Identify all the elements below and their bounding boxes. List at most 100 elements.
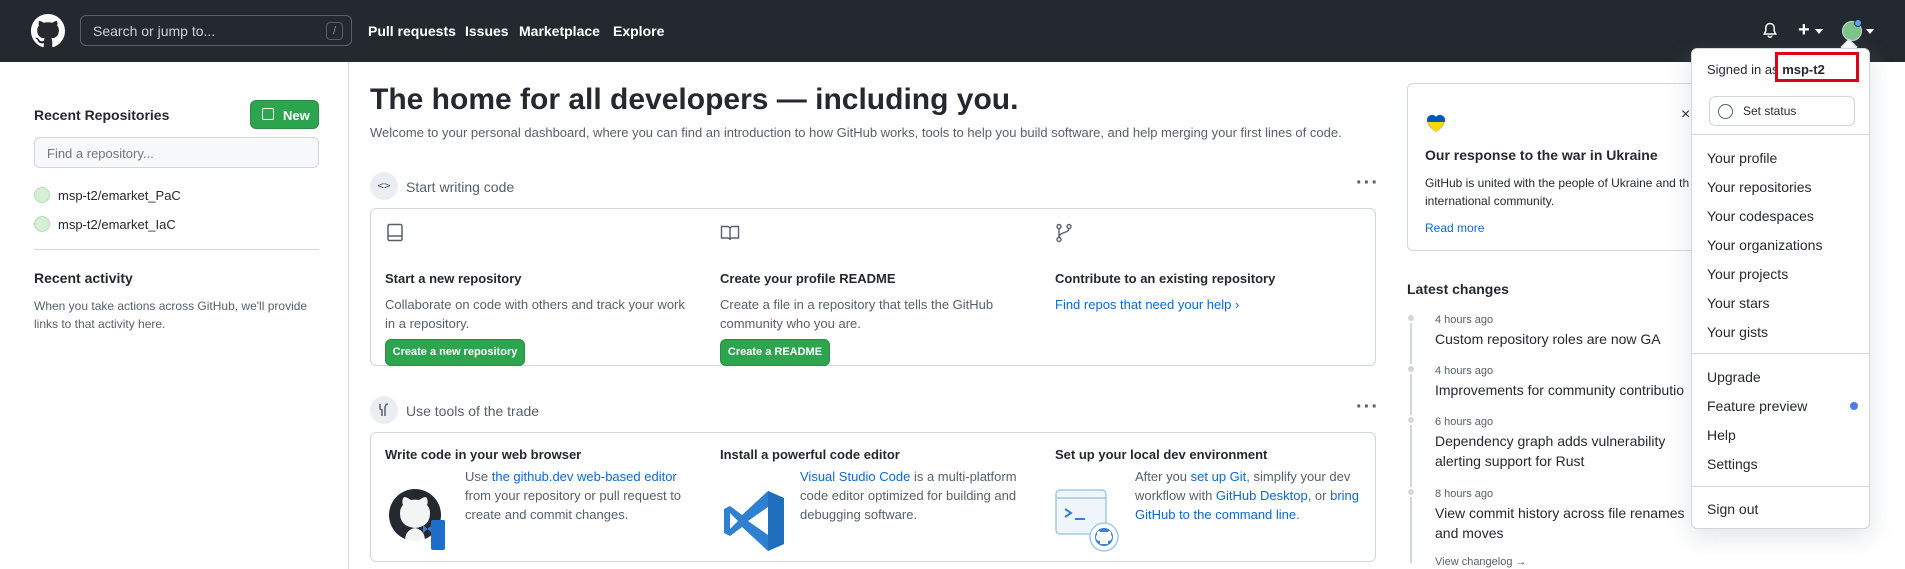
menu-your-repositories[interactable]: Your repositories bbox=[1707, 179, 1812, 195]
nav-pull-requests[interactable]: Pull requests bbox=[368, 23, 456, 39]
slash-shortcut-icon: / bbox=[326, 22, 343, 40]
use-tools-card: Write code in your web browser Use the g… bbox=[370, 432, 1376, 562]
github-desktop-link[interactable]: GitHub Desktop bbox=[1216, 488, 1308, 503]
column-description: After you set up Git, simplify your dev … bbox=[1135, 467, 1365, 524]
change-time: 4 hours ago bbox=[1435, 314, 1494, 326]
latest-changes-title: Latest changes bbox=[1407, 281, 1509, 297]
section-label-use-tools: Use tools of the trade bbox=[406, 403, 540, 419]
signed-in-prefix: Signed in as bbox=[1707, 62, 1779, 77]
menu-your-projects[interactable]: Your projects bbox=[1707, 266, 1788, 282]
view-changelog-link[interactable]: View changelog → bbox=[1435, 556, 1527, 568]
recent-repositories-title: Recent Repositories bbox=[34, 107, 170, 123]
tools-icon bbox=[370, 396, 398, 424]
menu-sign-out[interactable]: Sign out bbox=[1707, 501, 1758, 517]
divider bbox=[1692, 486, 1869, 487]
column-description: Create a file in a repository that tells… bbox=[720, 297, 994, 331]
nav-issues[interactable]: Issues bbox=[465, 23, 509, 39]
repo-name: msp-t2/emarket_IaC bbox=[58, 217, 176, 232]
chevron-right-icon: › bbox=[1234, 297, 1240, 312]
column-description: Visual Studio Code is a multi-platform c… bbox=[800, 467, 1025, 524]
page-subtitle: Welcome to your personal dashboard, wher… bbox=[370, 125, 1342, 140]
repo-avatar bbox=[34, 216, 50, 232]
visual-studio-code-link[interactable]: Visual Studio Code bbox=[800, 469, 910, 484]
create-new-repository-button[interactable]: Create a new repository bbox=[385, 339, 525, 366]
column-title: Contribute to an existing repository bbox=[1055, 271, 1276, 286]
repo-icon bbox=[387, 223, 403, 242]
repo-icon bbox=[262, 108, 274, 120]
change-link[interactable]: View commit history across file renames … bbox=[1435, 503, 1700, 543]
set-up-git-link[interactable]: set up Git bbox=[1191, 469, 1247, 484]
vscode-logo-icon bbox=[724, 491, 784, 551]
text-pre: After you bbox=[1135, 469, 1191, 484]
github-dev-link[interactable]: the github.dev web-based editor bbox=[492, 469, 677, 484]
bell-icon[interactable] bbox=[1762, 22, 1778, 39]
change-link[interactable]: Dependency graph adds vulnerability aler… bbox=[1435, 431, 1675, 471]
start-writing-code-card: Start a new repository Collaborate on co… bbox=[370, 208, 1376, 366]
create-readme-button[interactable]: Create a README bbox=[720, 339, 830, 366]
git-fork-icon bbox=[1056, 223, 1072, 243]
menu-your-stars[interactable]: Your stars bbox=[1707, 295, 1770, 311]
ukraine-title: Our response to the war in Ukraine bbox=[1425, 147, 1658, 163]
new-repo-column: Start a new repository Collaborate on co… bbox=[385, 223, 705, 366]
smiley-icon bbox=[1718, 104, 1733, 119]
new-button-label: New bbox=[283, 108, 310, 123]
search-input[interactable]: Search or jump to... / bbox=[80, 15, 352, 46]
menu-your-gists[interactable]: Your gists bbox=[1707, 324, 1768, 340]
kebab-menu-icon[interactable]: ··· bbox=[1356, 396, 1379, 419]
ukraine-heart-icon bbox=[1427, 115, 1445, 132]
read-more-link[interactable]: Read more bbox=[1425, 221, 1484, 235]
timeline-dot bbox=[1406, 487, 1416, 497]
change-link[interactable]: Custom repository roles are now GA bbox=[1435, 329, 1705, 349]
create-new-icon[interactable]: + bbox=[1798, 20, 1810, 40]
set-status-button[interactable]: Set status bbox=[1709, 96, 1855, 126]
top-header: Search or jump to... / Pull requests Iss… bbox=[0, 0, 1905, 62]
notification-dot-icon bbox=[1854, 19, 1862, 27]
menu-your-organizations[interactable]: Your organizations bbox=[1707, 237, 1822, 253]
code-editor-column: Install a powerful code editor Visual St… bbox=[720, 447, 1040, 557]
local-env-column: Set up your local dev environment After … bbox=[1055, 447, 1375, 557]
chevron-down-icon[interactable] bbox=[1866, 29, 1874, 34]
change-link[interactable]: Improvements for community contributio bbox=[1435, 380, 1705, 400]
menu-your-profile[interactable]: Your profile bbox=[1707, 150, 1777, 166]
column-title: Write code in your web browser bbox=[385, 447, 582, 462]
nav-marketplace[interactable]: Marketplace bbox=[519, 23, 600, 39]
recent-activity-text: When you take actions across GitHub, we'… bbox=[34, 299, 308, 331]
nav-explore[interactable]: Explore bbox=[613, 23, 664, 39]
profile-readme-column: Create your profile README Create a file… bbox=[720, 223, 1040, 366]
column-title: Install a powerful code editor bbox=[720, 447, 900, 462]
octocat-vscode-icon bbox=[389, 489, 445, 550]
feature-preview-dot-icon bbox=[1850, 402, 1858, 410]
section-label-start-writing-code: Start writing code bbox=[406, 179, 515, 195]
github-logo-icon[interactable] bbox=[31, 14, 65, 48]
set-status-label: Set status bbox=[1743, 104, 1797, 118]
menu-your-codespaces[interactable]: Your codespaces bbox=[1707, 208, 1814, 224]
close-icon[interactable]: × bbox=[1681, 106, 1690, 124]
change-time: 6 hours ago bbox=[1435, 416, 1494, 428]
kebab-menu-icon[interactable]: ··· bbox=[1356, 172, 1379, 195]
timeline-dot bbox=[1406, 364, 1416, 374]
menu-feature-preview[interactable]: Feature preview bbox=[1707, 398, 1807, 414]
text-mid: , or bbox=[1307, 488, 1331, 503]
text-pre: Use bbox=[465, 469, 492, 484]
web-editor-column: Write code in your web browser Use the g… bbox=[385, 447, 705, 557]
page-title: The home for all developers — including … bbox=[370, 83, 1019, 116]
highlight-box bbox=[1775, 52, 1859, 82]
chevron-down-icon[interactable] bbox=[1815, 29, 1823, 34]
column-title: Set up your local dev environment bbox=[1055, 447, 1268, 462]
menu-upgrade[interactable]: Upgrade bbox=[1707, 369, 1761, 385]
recent-activity-title: Recent activity bbox=[34, 270, 133, 286]
user-dropdown-menu: Signed in as msp-t2 Set status Your prof… bbox=[1691, 48, 1870, 529]
find-repository-input[interactable]: Find a repository... bbox=[34, 137, 319, 168]
book-icon bbox=[720, 225, 740, 241]
column-description: Use the github.dev web-based editor from… bbox=[465, 467, 690, 524]
menu-settings[interactable]: Settings bbox=[1707, 456, 1758, 472]
contribute-column: Contribute to an existing repository Fin… bbox=[1055, 223, 1365, 353]
divider bbox=[34, 249, 319, 250]
menu-help[interactable]: Help bbox=[1707, 427, 1736, 443]
new-repository-button[interactable]: New bbox=[250, 100, 319, 129]
repo-name: msp-t2/emarket_PaC bbox=[58, 188, 181, 203]
timeline-dot bbox=[1406, 313, 1416, 323]
divider bbox=[1692, 353, 1869, 354]
find-repos-link[interactable]: Find repos that need your help › bbox=[1055, 295, 1355, 314]
text-post: from your repository or pull request to … bbox=[465, 488, 682, 522]
